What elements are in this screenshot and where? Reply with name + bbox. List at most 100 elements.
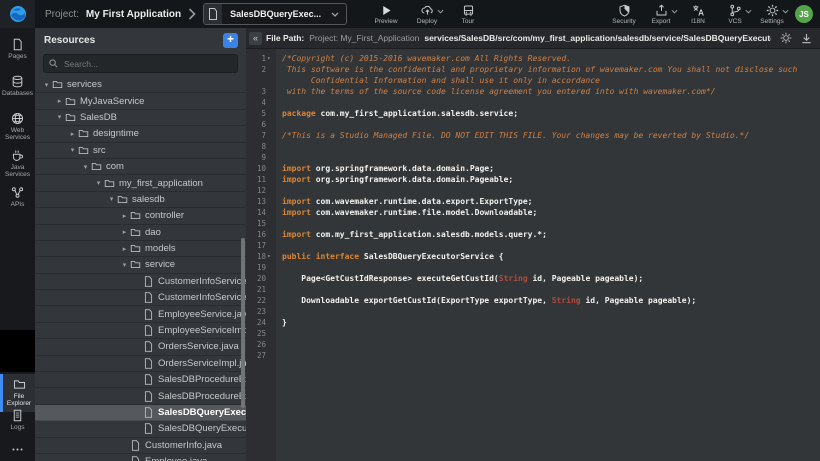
tree-folder-SalesDB[interactable]: ▾SalesDB xyxy=(35,110,246,126)
code-line: 21 xyxy=(246,284,820,295)
open-file-tab-label: SalesDBQueryExec... xyxy=(222,9,329,19)
tree-item-label: EmployeeServiceImpl.java xyxy=(158,325,246,336)
file-path-label: File Path: xyxy=(266,33,304,43)
code-line: 13import com.wavemaker.runtime.data.expo… xyxy=(246,196,820,207)
line-number: 23 xyxy=(246,306,266,317)
code-line: 24} xyxy=(246,317,820,328)
rail-item-pages[interactable]: Pages xyxy=(0,38,35,60)
rail-item-label: Logs xyxy=(10,424,24,431)
code-line: 10import org.springframework.data.domain… xyxy=(246,163,820,174)
tour-button[interactable]: Tour xyxy=(454,0,482,25)
tree-item-label: CustomerInfo.java xyxy=(145,440,222,451)
folder-icon xyxy=(65,96,80,107)
tree-file-EmployeeServiceImpl.java[interactable]: EmployeeServiceImpl.java xyxy=(35,323,246,339)
code-line: 22 Downloadable exportGetCustId(ExportTy… xyxy=(246,295,820,306)
line-number: 26 xyxy=(246,339,266,350)
i18n-button[interactable]: AI18N xyxy=(684,0,712,25)
tree-file-CustomerInfoService.java[interactable]: CustomerInfoService.java xyxy=(35,274,246,290)
security-button[interactable]: Security xyxy=(610,0,638,25)
rail-item-label: File Explorer xyxy=(3,393,35,407)
tree-file-CustomerInfo.java[interactable]: CustomerInfo.java xyxy=(35,438,246,454)
tree-file-EmployeeService.java[interactable]: EmployeeService.java xyxy=(35,306,246,322)
tree-folder-com[interactable]: ▾com xyxy=(35,159,246,175)
preview-button[interactable]: Preview xyxy=(372,0,400,25)
tree-file-OrdersServiceImpl.java[interactable]: OrdersServiceImpl.java xyxy=(35,356,246,372)
folder-icon xyxy=(78,128,93,139)
rail-item-databases[interactable]: Databases xyxy=(0,75,35,97)
add-resource-button[interactable]: + xyxy=(223,33,238,48)
fold-toggle-icon[interactable]: ▾ xyxy=(267,53,271,64)
databases-icon xyxy=(11,75,24,88)
code-editor[interactable]: 1▾/*Copyright (c) 2015-2016 wavemaker.co… xyxy=(246,49,820,461)
chevron-down-icon xyxy=(329,12,346,17)
tree-file-CustomerInfoServiceImpl.java[interactable]: CustomerInfoServiceImpl.java xyxy=(35,290,246,306)
search-input[interactable] xyxy=(62,58,232,70)
tree-folder-salesdb[interactable]: ▾salesdb xyxy=(35,192,246,208)
tree-file-Employee.java[interactable]: Employee.java xyxy=(35,454,246,461)
chevron-down-icon: ▾ xyxy=(80,163,91,171)
vcs-button[interactable]: VCS xyxy=(721,0,749,25)
file-path-bar: File Path: Project: My_First_Application… xyxy=(246,28,820,49)
tree-scrollbar-thumb[interactable] xyxy=(241,238,245,408)
tree-folder-designtime[interactable]: ▸designtime xyxy=(35,126,246,142)
rail-item-java-services[interactable]: Java Services xyxy=(0,149,35,178)
open-file-tab[interactable]: SalesDBQueryExec... xyxy=(203,3,347,25)
file-icon xyxy=(143,391,158,402)
collapse-panel-button[interactable]: « xyxy=(249,32,262,45)
rail-item-apis[interactable]: APIs xyxy=(0,186,35,208)
rail-item-web-services[interactable]: Web Services xyxy=(0,112,35,141)
line-number: 16 xyxy=(246,229,266,240)
rail-item-label: Web Services xyxy=(2,127,34,141)
chevron-down-icon: ▾ xyxy=(54,113,65,121)
tree-item-label: src xyxy=(93,145,106,156)
tree-folder-my_first_application[interactable]: ▾my_first_application xyxy=(35,175,246,191)
tree-file-SalesDBProcedureExecutorServiceImpl.java[interactable]: SalesDBProcedureExecutorServiceImpl.java xyxy=(35,388,246,404)
code-line: 25 xyxy=(246,328,820,339)
tree-folder-models[interactable]: ▸ models xyxy=(35,241,246,257)
download-file-icon[interactable] xyxy=(801,33,812,44)
folder-icon xyxy=(130,210,145,221)
tree-file-OrdersService.java[interactable]: OrdersService.java xyxy=(35,339,246,355)
tree-folder-src[interactable]: ▾src xyxy=(35,143,246,159)
deploy-button[interactable]: Deploy xyxy=(413,0,441,25)
line-number: 7 xyxy=(246,130,266,141)
tree-file-SalesDBQueryExecutorServiceImpl.java[interactable]: SalesDBQueryExecutorServiceImpl.java xyxy=(35,421,246,437)
folder-icon xyxy=(104,178,119,189)
code-line: 3 with the terms of the source code lice… xyxy=(246,86,820,97)
rail-item-logs[interactable]: Logs xyxy=(0,409,35,431)
fold-toggle-icon[interactable]: ▾ xyxy=(267,251,271,262)
tree-folder-service[interactable]: ▾service xyxy=(35,257,246,273)
tree-folder-MyJavaService[interactable]: ▸MyJavaService xyxy=(35,93,246,109)
settings-button[interactable]: Settings xyxy=(758,0,786,25)
tree-folder-services[interactable]: ▾services xyxy=(35,77,246,93)
user-avatar[interactable]: JS xyxy=(795,5,813,23)
tree-item-label: EmployeeService.java xyxy=(158,309,246,320)
export-button[interactable]: Export xyxy=(647,0,675,25)
folder-icon xyxy=(130,259,145,270)
code-line: 8 xyxy=(246,141,820,152)
rail-item-file-explorer[interactable]: File Explorer xyxy=(0,374,35,412)
code-line: 26 xyxy=(246,339,820,350)
file-icon xyxy=(143,292,158,303)
tree-item-label: OrdersServiceImpl.java xyxy=(158,358,246,369)
tree-item-label: controller xyxy=(145,210,184,221)
tree-folder-dao[interactable]: ▸dao xyxy=(35,225,246,241)
chevron-right-icon: ▸ xyxy=(119,245,130,253)
line-number: 4 xyxy=(246,97,266,108)
file-icon xyxy=(143,407,158,418)
file-explorer-icon xyxy=(13,378,26,391)
tree-item-label: models xyxy=(145,243,176,254)
code-line: 19 xyxy=(246,262,820,273)
deploy-icon xyxy=(421,4,434,17)
tree-file-SalesDBQueryExecutorService.java[interactable]: SalesDBQueryExecutorService.java xyxy=(35,405,246,421)
tree-folder-controller[interactable]: ▸controller xyxy=(35,208,246,224)
line-number: 15 xyxy=(246,218,266,229)
wavemaker-logo xyxy=(0,0,35,28)
chevron-down-icon xyxy=(671,9,678,14)
rail-item-more[interactable] xyxy=(0,443,35,456)
editor-settings-gear-icon[interactable] xyxy=(780,32,792,44)
tree-file-SalesDBProcedureExecutorService.java[interactable]: SalesDBProcedureExecutorService.java xyxy=(35,372,246,388)
rail-item-label: Databases xyxy=(2,90,33,97)
tree-item-label: OrdersService.java xyxy=(158,341,239,352)
tree-item-label: designtime xyxy=(93,128,139,139)
